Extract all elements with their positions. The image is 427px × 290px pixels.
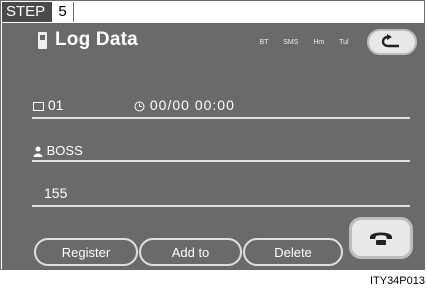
datetime-row: 00/00 00:00 (134, 97, 235, 113)
name-row: BOSS (33, 143, 83, 158)
clock-icon (134, 101, 145, 112)
entry-number: 01 (47, 97, 64, 113)
back-button[interactable] (367, 29, 417, 55)
add-to-button[interactable]: Add to (139, 238, 242, 266)
delete-button[interactable]: Delete (243, 238, 343, 266)
back-arrow-icon (381, 34, 399, 48)
phone-number: 155 (44, 185, 68, 201)
step-label: STEP (2, 2, 52, 22)
phone-screen: Log Data BT SMS Hm Tul 01 00/00 00:00 BO… (2, 23, 425, 270)
signal-status: Tul (339, 39, 349, 46)
row-divider (32, 205, 410, 207)
entry-icon (33, 101, 44, 111)
home-status: Hm (313, 39, 325, 46)
call-button[interactable] (349, 217, 413, 259)
step-number: 5 (52, 2, 74, 22)
handset-icon (370, 232, 392, 245)
row-divider (32, 160, 410, 162)
figure-caption: ITY34P013 (369, 275, 425, 287)
register-button[interactable]: Register (34, 238, 138, 266)
sms-status: SMS (283, 39, 299, 46)
row-divider (32, 117, 410, 119)
contact-name: BOSS (46, 143, 83, 158)
figure-frame: STEP 5 Log Data BT SMS Hm Tul 01 00/00 0… (0, 0, 425, 270)
cellphone-icon (38, 32, 47, 49)
screen-title: Log Data (55, 29, 138, 50)
person-icon (33, 146, 43, 158)
bluetooth-status: BT (259, 39, 269, 46)
datetime-value: 00/00 00:00 (149, 97, 235, 113)
entry-row: 01 (33, 97, 63, 113)
status-indicators: BT SMS Hm Tul (252, 35, 356, 51)
